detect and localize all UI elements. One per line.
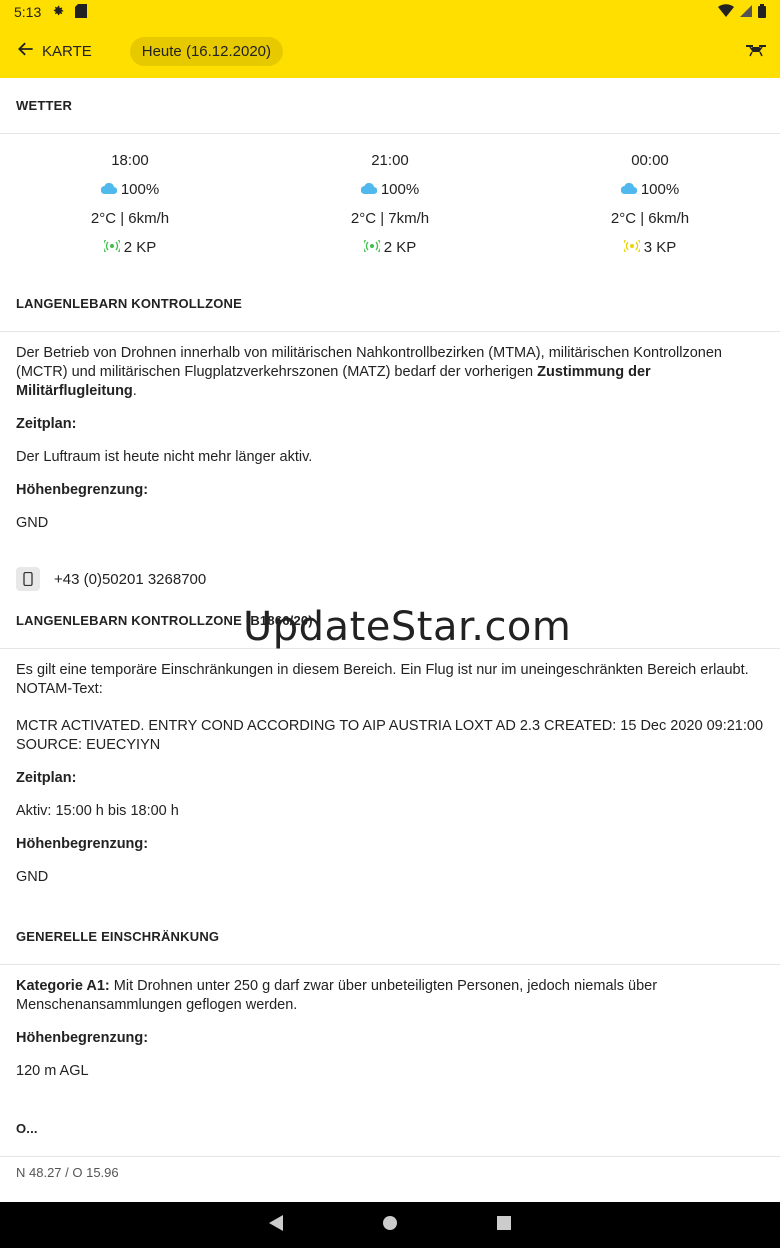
general-body: Kategorie A1: Mit Drohnen unter 250 g da… xyxy=(0,965,780,1081)
kp-index: 2 KP xyxy=(123,239,157,256)
zone-notam-body: Es gilt eine temporäre Einschränkungen i… xyxy=(0,649,780,887)
cloud-icon xyxy=(100,175,118,204)
height-label: Höhenbegrenzung: xyxy=(16,482,149,498)
height-value: GND xyxy=(16,869,49,885)
next-section-header: O... xyxy=(0,1101,780,1157)
status-bar: 5:13 xyxy=(0,0,780,24)
forecast-time: 18:00 xyxy=(111,152,149,169)
watermark: UpdateStar.com xyxy=(243,604,572,650)
schedule-label: Zeitplan: xyxy=(16,770,77,786)
weather-forecast: 18:00 100% 2°C | 6km/h 2 KP 21:00 100% 2… xyxy=(0,134,780,276)
height-label: Höhenbegrenzung: xyxy=(16,1030,149,1046)
zone-text-end: . xyxy=(132,383,137,399)
category-desc: Mit Drohnen unter 250 g darf zwar über u… xyxy=(16,978,658,1013)
cloud-cover: 100% xyxy=(640,181,680,198)
wifi-icon xyxy=(718,4,734,20)
system-nav-bar xyxy=(0,1202,780,1248)
back-to-map-button[interactable]: KARTE xyxy=(16,39,92,63)
kp-signal-icon xyxy=(622,233,642,262)
category-label: Kategorie A1: xyxy=(16,978,110,994)
zone-header: LANGENLEBARN KONTROLLZONE xyxy=(0,276,780,332)
phone-icon xyxy=(16,567,40,591)
weather-column: 00:00 100% 2°C | 6km/h 3 KP xyxy=(520,134,780,276)
weather-column: 18:00 100% 2°C | 6km/h 2 KP xyxy=(0,134,260,276)
schedule-label: Zeitplan: xyxy=(16,416,77,432)
phone-number[interactable]: +43 (0)50201 3268700 xyxy=(54,571,206,588)
kp-signal-icon xyxy=(102,233,122,262)
kp-signal-icon xyxy=(362,233,382,262)
app-bar: KARTE Heute (16.12.2020) xyxy=(0,24,780,78)
sd-card-icon xyxy=(75,3,88,21)
date-chip[interactable]: Heute (16.12.2020) xyxy=(129,36,284,66)
height-value: 120 m AGL xyxy=(16,1063,89,1079)
nav-recents-icon[interactable] xyxy=(497,1215,511,1235)
coordinates: N 48.27 / O 15.96 xyxy=(16,1165,119,1180)
drone-icon[interactable] xyxy=(746,42,766,63)
cloud-cover: 100% xyxy=(380,181,420,198)
general-header: GENERELLE EINSCHRÄNKUNG xyxy=(0,909,780,965)
category-text: Kategorie A1: Mit Drohnen unter 250 g da… xyxy=(16,977,764,1015)
nav-home-icon[interactable] xyxy=(383,1215,397,1235)
nav-back-icon[interactable] xyxy=(269,1214,283,1236)
zone-body: Der Betrieb von Drohnen innerhalb von mi… xyxy=(0,332,780,533)
height-label: Höhenbegrenzung: xyxy=(16,836,149,852)
cloud-icon xyxy=(620,175,638,204)
temp-wind: 2°C | 7km/h xyxy=(350,210,430,227)
status-time: 5:13 xyxy=(14,4,42,20)
weather-header: WETTER xyxy=(0,78,780,134)
notam-content: MCTR ACTIVATED. ENTRY COND ACCORDING TO … xyxy=(16,718,764,753)
arrow-left-icon xyxy=(16,39,36,63)
cell-signal-icon xyxy=(740,4,752,20)
kp-index: 2 KP xyxy=(383,239,417,256)
notam-description: Es gilt eine temporäre Einschränkungen i… xyxy=(16,661,764,699)
schedule-value: Der Luftraum ist heute nicht mehr länger… xyxy=(16,449,313,465)
forecast-time: 00:00 xyxy=(631,152,669,169)
kp-index: 3 KP xyxy=(643,239,677,256)
temp-wind: 2°C | 6km/h xyxy=(90,210,170,227)
phone-row[interactable]: +43 (0)50201 3268700 xyxy=(0,565,780,593)
height-value: GND xyxy=(16,515,49,531)
notam-text: Es gilt eine temporäre Einschränkungen i… xyxy=(16,662,749,678)
cloud-cover: 100% xyxy=(120,181,160,198)
battery-icon xyxy=(758,3,766,21)
notam-label: NOTAM-Text: xyxy=(16,681,103,697)
weather-column: 21:00 100% 2°C | 7km/h 2 KP xyxy=(260,134,520,276)
schedule-value: Aktiv: 15:00 h bis 18:00 h xyxy=(16,803,179,819)
back-label: KARTE xyxy=(42,42,92,60)
zone-description: Der Betrieb von Drohnen innerhalb von mi… xyxy=(16,344,764,401)
forecast-time: 21:00 xyxy=(371,152,409,169)
settings-gear-icon xyxy=(51,4,65,21)
temp-wind: 2°C | 6km/h xyxy=(610,210,690,227)
cloud-icon xyxy=(360,175,378,204)
